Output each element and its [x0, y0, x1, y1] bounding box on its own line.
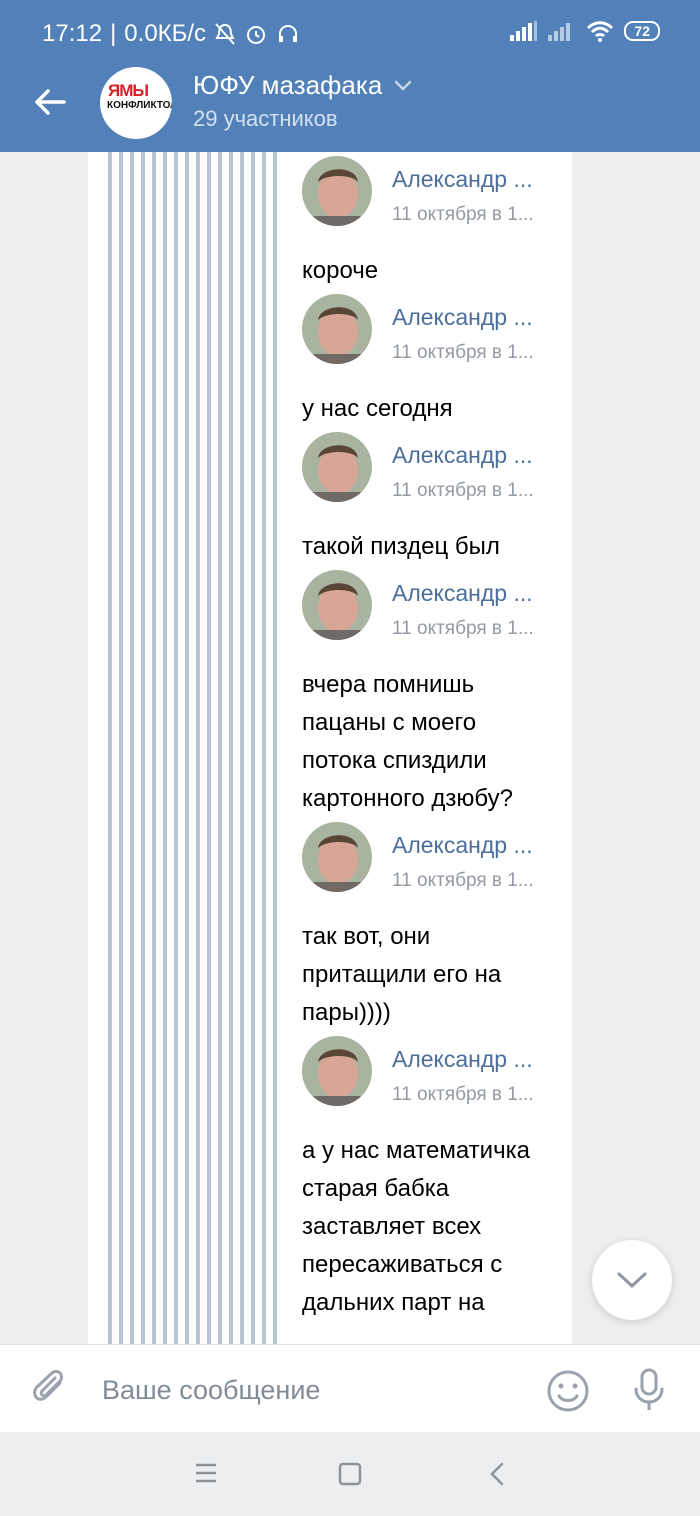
alarm-icon	[247, 26, 266, 44]
message-author[interactable]: Александр ...	[392, 1046, 533, 1073]
nesting-line	[141, 152, 145, 1344]
message-header: Александр ... 11 октября в 1...	[302, 566, 552, 640]
battery-indicator: 72	[624, 21, 660, 41]
message-text: вчера помнишь пацаны с моего потока спиз…	[302, 671, 513, 812]
message-input[interactable]: Ваше сообщение	[102, 1375, 320, 1406]
nesting-line	[185, 152, 189, 1344]
nesting-line	[273, 152, 277, 1344]
message-author[interactable]: Александр ...	[392, 442, 533, 469]
message-header: Александр ... 11 октября в 1...	[302, 152, 552, 226]
forwarded-message[interactable]: Александр ... 11 октября в 1... а у нас ма…	[302, 1032, 552, 1322]
message-date: 11 октября в 1...	[392, 870, 534, 891]
message-text: короче	[302, 257, 379, 284]
app-header: 17:12 | 0.0КБ/с 72 ЯМЫ КОНФЛИКТОЛОГИ ЮФУ…	[0, 0, 700, 152]
message-header: Александр ... 11 октября в 1...	[302, 428, 552, 502]
emoji-icon[interactable]	[546, 1369, 590, 1413]
message-date: 11 октября в 1...	[392, 342, 534, 363]
logo-text: КОНФЛИКТОЛОГИ	[107, 100, 172, 111]
status-bar: 17:12 | 0.0КБ/с 72	[0, 0, 700, 66]
nesting-line	[262, 152, 266, 1344]
menu-icon[interactable]	[194, 1462, 218, 1484]
nesting-line	[130, 152, 134, 1344]
signal-icon	[548, 23, 571, 41]
message-composer: Ваше сообщение	[0, 1344, 700, 1432]
logo-mark: ЯМЫ	[108, 81, 149, 100]
chat-title[interactable]: ЮФУ мазафака	[193, 70, 412, 101]
nesting-line	[229, 152, 233, 1344]
nesting-line	[207, 152, 211, 1344]
back-icon[interactable]	[488, 1462, 506, 1486]
scroll-down-button[interactable]	[592, 1240, 672, 1320]
nesting-line	[196, 152, 200, 1344]
message-author[interactable]: Александр ...	[392, 166, 533, 193]
message-author[interactable]: Александр ...	[392, 832, 533, 859]
avatar[interactable]	[302, 432, 372, 502]
message-date: 11 октября в 1...	[392, 204, 534, 225]
chat-subtitle: 29 участников	[193, 106, 338, 131]
forwarded-message[interactable]: Александр ... 11 октября в 1... такой пизд…	[302, 428, 552, 566]
forwarded-messages-card: Александр ... 11 октября в 1... короче Алек…	[88, 152, 572, 1344]
mute-icon	[215, 23, 235, 45]
message-author[interactable]: Александр ...	[392, 304, 533, 331]
signal-icon	[510, 21, 538, 41]
forwarded-message[interactable]: Александр ... 11 октября в 1... короче	[302, 152, 552, 290]
forwarded-message[interactable]: Александр ... 11 октября в 1... у нас сего…	[302, 290, 552, 428]
message-date: 11 октября в 1...	[392, 618, 534, 639]
message-header: Александр ... 11 октября в 1...	[302, 1032, 552, 1106]
nesting-line	[251, 152, 255, 1344]
message-text: такой пиздец был	[302, 533, 500, 560]
avatar[interactable]	[302, 822, 372, 892]
status-speed: 0.0КБ/с	[124, 20, 207, 47]
nesting-line	[119, 152, 123, 1344]
avatar[interactable]	[302, 156, 372, 226]
nesting-line	[108, 152, 112, 1344]
back-arrow-icon[interactable]	[30, 82, 70, 122]
forwarded-message[interactable]: Александр ... 11 октября в 1... так вот, о…	[302, 818, 552, 1032]
attach-icon[interactable]	[32, 1369, 70, 1409]
avatar[interactable]	[302, 1036, 372, 1106]
message-text: так вот, они притащили его на пары))))	[302, 923, 502, 1026]
wifi-icon	[587, 21, 614, 42]
headphones-icon	[279, 24, 298, 42]
chevron-down-icon	[395, 80, 412, 91]
home-icon[interactable]	[338, 1462, 362, 1486]
nesting-line	[152, 152, 156, 1344]
message-header: Александр ... 11 октября в 1...	[302, 818, 552, 892]
nesting-line	[240, 152, 244, 1344]
chat-avatar[interactable]: ЯМЫ КОНФЛИКТОЛОГИ	[100, 67, 172, 139]
status-time: 17:12	[42, 20, 103, 47]
nesting-line	[174, 152, 178, 1344]
message-author[interactable]: Александр ...	[392, 580, 533, 607]
nesting-line	[163, 152, 167, 1344]
forwarded-message[interactable]: Александр ... 11 октября в 1... вчера помн…	[302, 566, 552, 818]
message-date: 11 октября в 1...	[392, 1084, 534, 1105]
message-text: у нас сегодня	[302, 395, 453, 422]
message-date: 11 октября в 1...	[392, 480, 534, 501]
microphone-icon[interactable]	[630, 1367, 668, 1413]
avatar[interactable]	[302, 294, 372, 364]
avatar[interactable]	[302, 570, 372, 640]
system-navigation-bar	[0, 1432, 700, 1516]
chevron-down-icon	[617, 1272, 647, 1289]
message-header: Александр ... 11 октября в 1...	[302, 290, 552, 364]
forward-nesting-lines	[108, 152, 277, 1344]
nesting-line	[218, 152, 222, 1344]
message-text: а у нас математичка старая бабка заставл…	[302, 1137, 530, 1316]
